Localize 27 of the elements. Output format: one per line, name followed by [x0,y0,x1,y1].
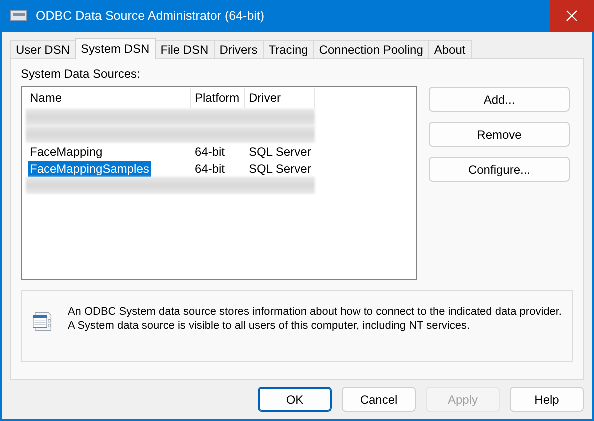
tab[interactable]: System DSN [75,38,156,59]
table-cell-text: 64-bit [194,162,226,176]
info-text: A System data source is visible to all users of this computer, including NT services. [68,319,472,333]
app-icon [10,9,28,23]
tab[interactable]: About [428,40,472,58]
column-header[interactable]: Platform [191,88,245,108]
column-header[interactable]: Driver [245,88,315,108]
list-label: System Data Sources: [21,67,142,81]
table-cell[interactable]: FaceMapping [28,144,105,160]
tab[interactable]: Connection Pooling [313,40,430,58]
window-title: ODBC Data Source Administrator (64-bit) [36,9,266,23]
action-button[interactable]: Remove [429,122,570,147]
data-source-list[interactable]: Name Platform Driver FaceMapping 64-bit SQL Server FaceMappingSamples 64-bit SQL Server [21,86,417,280]
info-text: An ODBC System data source stores information about how to connect to the indicated data provider. [68,305,562,319]
column-header[interactable]: Name [26,88,191,108]
close-icon[interactable] [566,10,578,22]
table-cell-text: SQL Server [248,162,312,176]
tab[interactable]: Tracing [262,40,314,58]
dialog-button[interactable]: Help [510,387,584,412]
table-cell[interactable]: FaceMappingSamples [28,160,152,176]
action-button[interactable]: Configure... [429,157,570,182]
dialog-button[interactable]: OK [258,387,332,412]
table-cell-text: SQL Server [248,144,312,158]
dialog-button[interactable]: Cancel [342,387,416,412]
action-button[interactable]: Add... [429,87,570,112]
tab[interactable]: User DSN [10,40,76,58]
table-cell-text: 64-bit [194,144,226,158]
